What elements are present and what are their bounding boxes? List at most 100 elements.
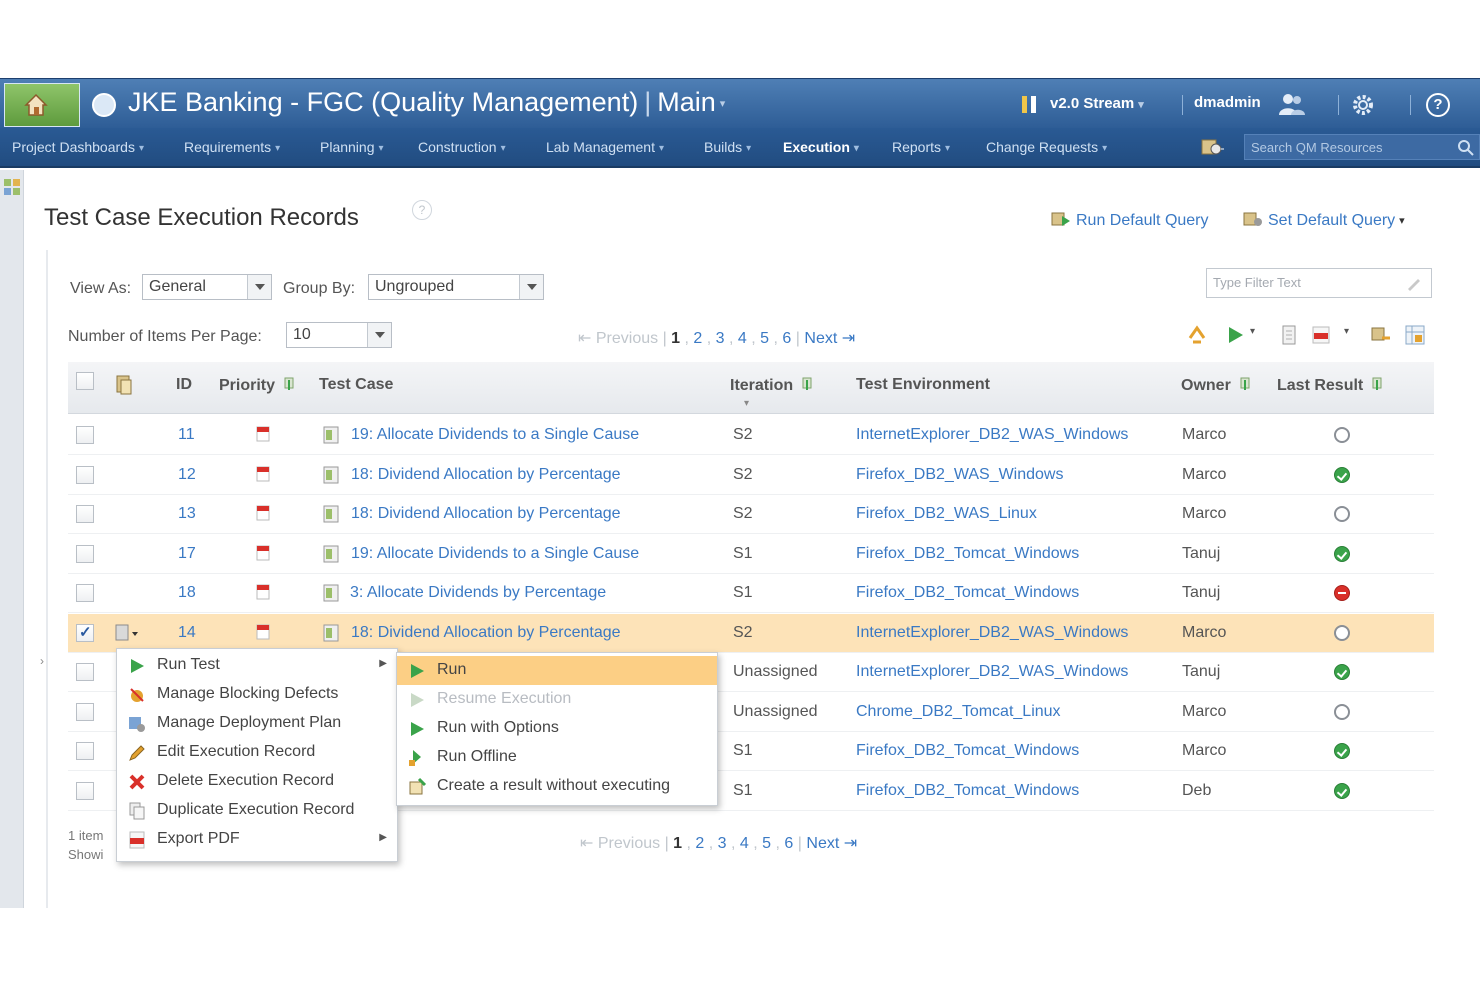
column-priority[interactable]: Priority bbox=[219, 376, 297, 395]
environment-link[interactable]: Firefox_DB2_Tomcat_Windows bbox=[856, 545, 1079, 563]
last-page-icon[interactable]: ⇥ bbox=[844, 835, 857, 852]
result-none-icon[interactable] bbox=[1334, 427, 1350, 443]
page-3[interactable]: 3 bbox=[716, 330, 725, 347]
nav-builds[interactable]: Builds ▾ bbox=[704, 139, 751, 155]
user-name[interactable]: dmadmin bbox=[1194, 94, 1261, 111]
filter-input[interactable]: Type Filter Text bbox=[1206, 268, 1432, 298]
row-id[interactable]: 14 bbox=[178, 624, 196, 642]
nav-lab-management[interactable]: Lab Management ▾ bbox=[546, 139, 664, 155]
stream-selector[interactable]: v2.0 Stream ▾ bbox=[1020, 93, 1144, 115]
view-as-select[interactable]: General bbox=[142, 274, 272, 300]
environment-link[interactable]: Firefox_DB2_WAS_Linux bbox=[856, 505, 1037, 523]
environment-link[interactable]: Firefox_DB2_Tomcat_Windows bbox=[856, 782, 1079, 800]
result-none-icon[interactable] bbox=[1334, 624, 1350, 641]
page-1[interactable]: 1 bbox=[673, 835, 682, 852]
sort-icon[interactable] bbox=[281, 376, 297, 392]
result-passed-icon[interactable] bbox=[1334, 466, 1350, 483]
page-5[interactable]: 5 bbox=[762, 835, 771, 852]
nav-requirements[interactable]: Requirements ▾ bbox=[184, 139, 280, 155]
result-failed-icon[interactable] bbox=[1334, 585, 1350, 601]
submenu-run-with-options[interactable]: Run with Options bbox=[397, 714, 717, 743]
page-6[interactable]: 6 bbox=[782, 330, 791, 347]
column-iteration[interactable]: Iteration bbox=[730, 376, 815, 395]
column-id[interactable]: ID bbox=[176, 376, 192, 394]
nav-project-dashboards[interactable]: Project Dashboards ▾ bbox=[12, 139, 144, 155]
expand-sidebar-icon[interactable]: › bbox=[40, 654, 44, 668]
submenu-run[interactable]: Run bbox=[397, 656, 717, 685]
result-passed-icon[interactable] bbox=[1334, 664, 1350, 680]
page-6[interactable]: 6 bbox=[784, 835, 793, 852]
row-checkbox[interactable] bbox=[76, 702, 94, 721]
menu-manage-deployment-plan[interactable]: Manage Deployment Plan bbox=[117, 709, 397, 738]
environment-link[interactable]: Chrome_DB2_Tomcat_Linux bbox=[856, 703, 1061, 721]
nav-planning[interactable]: Planning ▾ bbox=[320, 139, 384, 155]
chevron-down-icon[interactable]: ▾ bbox=[1250, 326, 1255, 337]
test-case-link[interactable]: 18: Dividend Allocation by Percentage bbox=[351, 624, 621, 642]
environment-link[interactable]: Firefox_DB2_Tomcat_Windows bbox=[856, 584, 1079, 602]
row-checkbox[interactable] bbox=[76, 544, 94, 563]
chevron-down-icon[interactable]: ▾ bbox=[720, 97, 726, 110]
last-page-icon[interactable]: ⇥ bbox=[842, 330, 855, 347]
table-row[interactable]: 11 19: Allocate Dividends to a Single Ca… bbox=[68, 416, 1434, 455]
row-checkbox[interactable] bbox=[76, 742, 94, 760]
home-button[interactable] bbox=[4, 83, 80, 127]
chevron-down-icon[interactable] bbox=[247, 275, 271, 299]
result-passed-icon[interactable] bbox=[1334, 743, 1350, 759]
row-checkbox[interactable] bbox=[76, 781, 94, 800]
search-input[interactable]: Search QM Resources bbox=[1244, 134, 1480, 160]
search-scope-icon[interactable] bbox=[1200, 136, 1226, 158]
nav-reports[interactable]: Reports ▾ bbox=[892, 139, 950, 155]
row-checkbox[interactable] bbox=[76, 465, 94, 484]
column-owner[interactable]: Owner bbox=[1181, 376, 1253, 395]
result-passed-icon[interactable] bbox=[1334, 782, 1350, 799]
test-case-link[interactable]: 18: Dividend Allocation by Percentage bbox=[351, 466, 621, 484]
menu-export-pdf[interactable]: Export PDF ▶ bbox=[117, 825, 397, 854]
column-test-case[interactable]: Test Case bbox=[319, 376, 393, 394]
environment-link[interactable]: Firefox_DB2_WAS_Windows bbox=[856, 466, 1063, 484]
result-passed-icon[interactable] bbox=[1334, 545, 1350, 562]
table-row[interactable]: 17 19: Allocate Dividends to a Single Ca… bbox=[68, 535, 1434, 574]
gear-icon[interactable] bbox=[1350, 92, 1376, 118]
table-row[interactable]: 13 18: Dividend Allocation by Percentage… bbox=[68, 495, 1434, 534]
items-per-page-select[interactable]: 10 bbox=[286, 322, 392, 348]
column-last-result[interactable]: Last Result bbox=[1277, 376, 1385, 395]
set-default-query-link[interactable]: Set Default Query ▾ bbox=[1242, 210, 1405, 230]
project-area[interactable]: Main bbox=[657, 87, 716, 117]
result-none-icon[interactable] bbox=[1334, 703, 1350, 720]
page-4[interactable]: 4 bbox=[738, 330, 747, 347]
project-name[interactable]: JKE Banking - FGC (Quality Management) bbox=[128, 87, 638, 117]
environment-link[interactable]: InternetExplorer_DB2_WAS_Windows bbox=[856, 426, 1128, 444]
menu-run-test[interactable]: Run Test ▶ bbox=[117, 651, 397, 680]
pdf-export-icon[interactable] bbox=[1310, 324, 1332, 346]
nav-change-requests[interactable]: Change Requests ▾ bbox=[986, 139, 1107, 155]
table-row[interactable]: 12 18: Dividend Allocation by Percentage… bbox=[68, 456, 1434, 495]
group-by-select[interactable]: Ungrouped bbox=[368, 274, 544, 300]
page-4[interactable]: 4 bbox=[740, 835, 749, 852]
mini-dashboard-icon[interactable] bbox=[3, 178, 21, 196]
row-checkbox[interactable] bbox=[76, 584, 94, 602]
users-icon[interactable] bbox=[1278, 91, 1306, 117]
sort-icon[interactable] bbox=[1369, 376, 1385, 392]
table-row[interactable]: 18 3: Allocate Dividends by Percentage S… bbox=[68, 574, 1434, 613]
help-icon[interactable]: ? bbox=[1426, 93, 1450, 117]
menu-manage-blocking-defects[interactable]: Manage Blocking Defects bbox=[117, 680, 397, 709]
help-icon[interactable]: ? bbox=[412, 200, 432, 220]
page-2[interactable]: 2 bbox=[693, 330, 702, 347]
select-all-checkbox[interactable] bbox=[76, 372, 94, 390]
page-5[interactable]: 5 bbox=[760, 330, 769, 347]
chevron-down-icon[interactable] bbox=[519, 275, 543, 299]
row-checkbox[interactable] bbox=[76, 505, 94, 523]
row-checkbox[interactable] bbox=[76, 663, 94, 681]
nav-construction[interactable]: Construction ▾ bbox=[418, 139, 506, 155]
page-2[interactable]: 2 bbox=[695, 835, 704, 852]
columns-icon[interactable] bbox=[1370, 324, 1392, 346]
test-case-link[interactable]: 3: Allocate Dividends by Percentage bbox=[350, 584, 606, 602]
test-case-link[interactable]: 19: Allocate Dividends to a Single Cause bbox=[351, 426, 639, 444]
run-default-query-link[interactable]: Run Default Query bbox=[1050, 210, 1209, 230]
row-id[interactable]: 18 bbox=[178, 584, 196, 602]
sort-icon[interactable] bbox=[799, 376, 815, 392]
menu-duplicate-execution-record[interactable]: Duplicate Execution Record bbox=[117, 796, 397, 825]
menu-edit-execution-record[interactable]: Edit Execution Record bbox=[117, 738, 397, 767]
row-checkbox[interactable] bbox=[76, 623, 94, 642]
run-icon[interactable] bbox=[1224, 324, 1246, 346]
